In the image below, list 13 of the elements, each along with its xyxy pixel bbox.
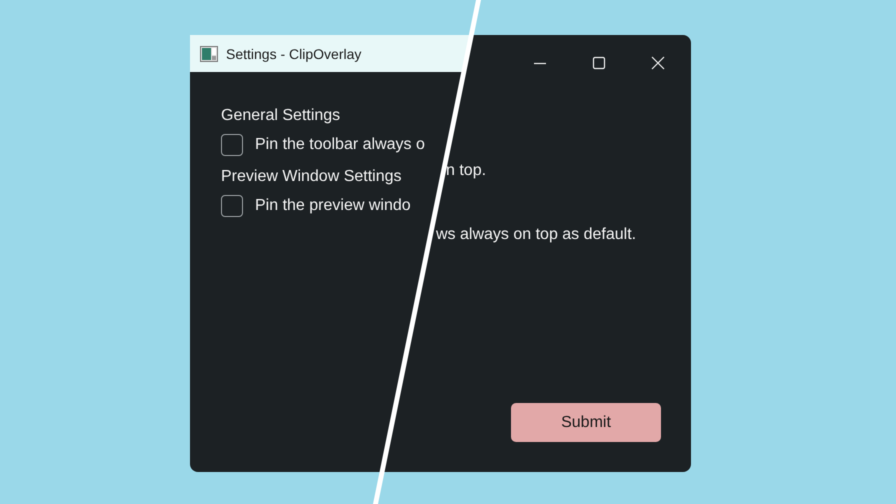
close-icon[interactable] [651,56,665,70]
submit-button[interactable]: Submit [511,403,661,442]
maximize-icon[interactable] [592,56,606,70]
checkbox-label: n top. [446,161,486,181]
checkbox-label: Pin the toolbar always o [255,136,425,154]
checkbox[interactable] [221,195,243,217]
checkbox[interactable] [221,134,243,156]
section-heading: General Settings [221,106,340,126]
section-heading: Preview Window Settings [221,167,402,187]
checkbox-label: ws always on top as default. [436,225,636,245]
checkbox-label: Pin the preview windo [255,197,411,215]
window-title: Settings - ClipOverlay [226,46,362,62]
app-icon [200,46,218,62]
